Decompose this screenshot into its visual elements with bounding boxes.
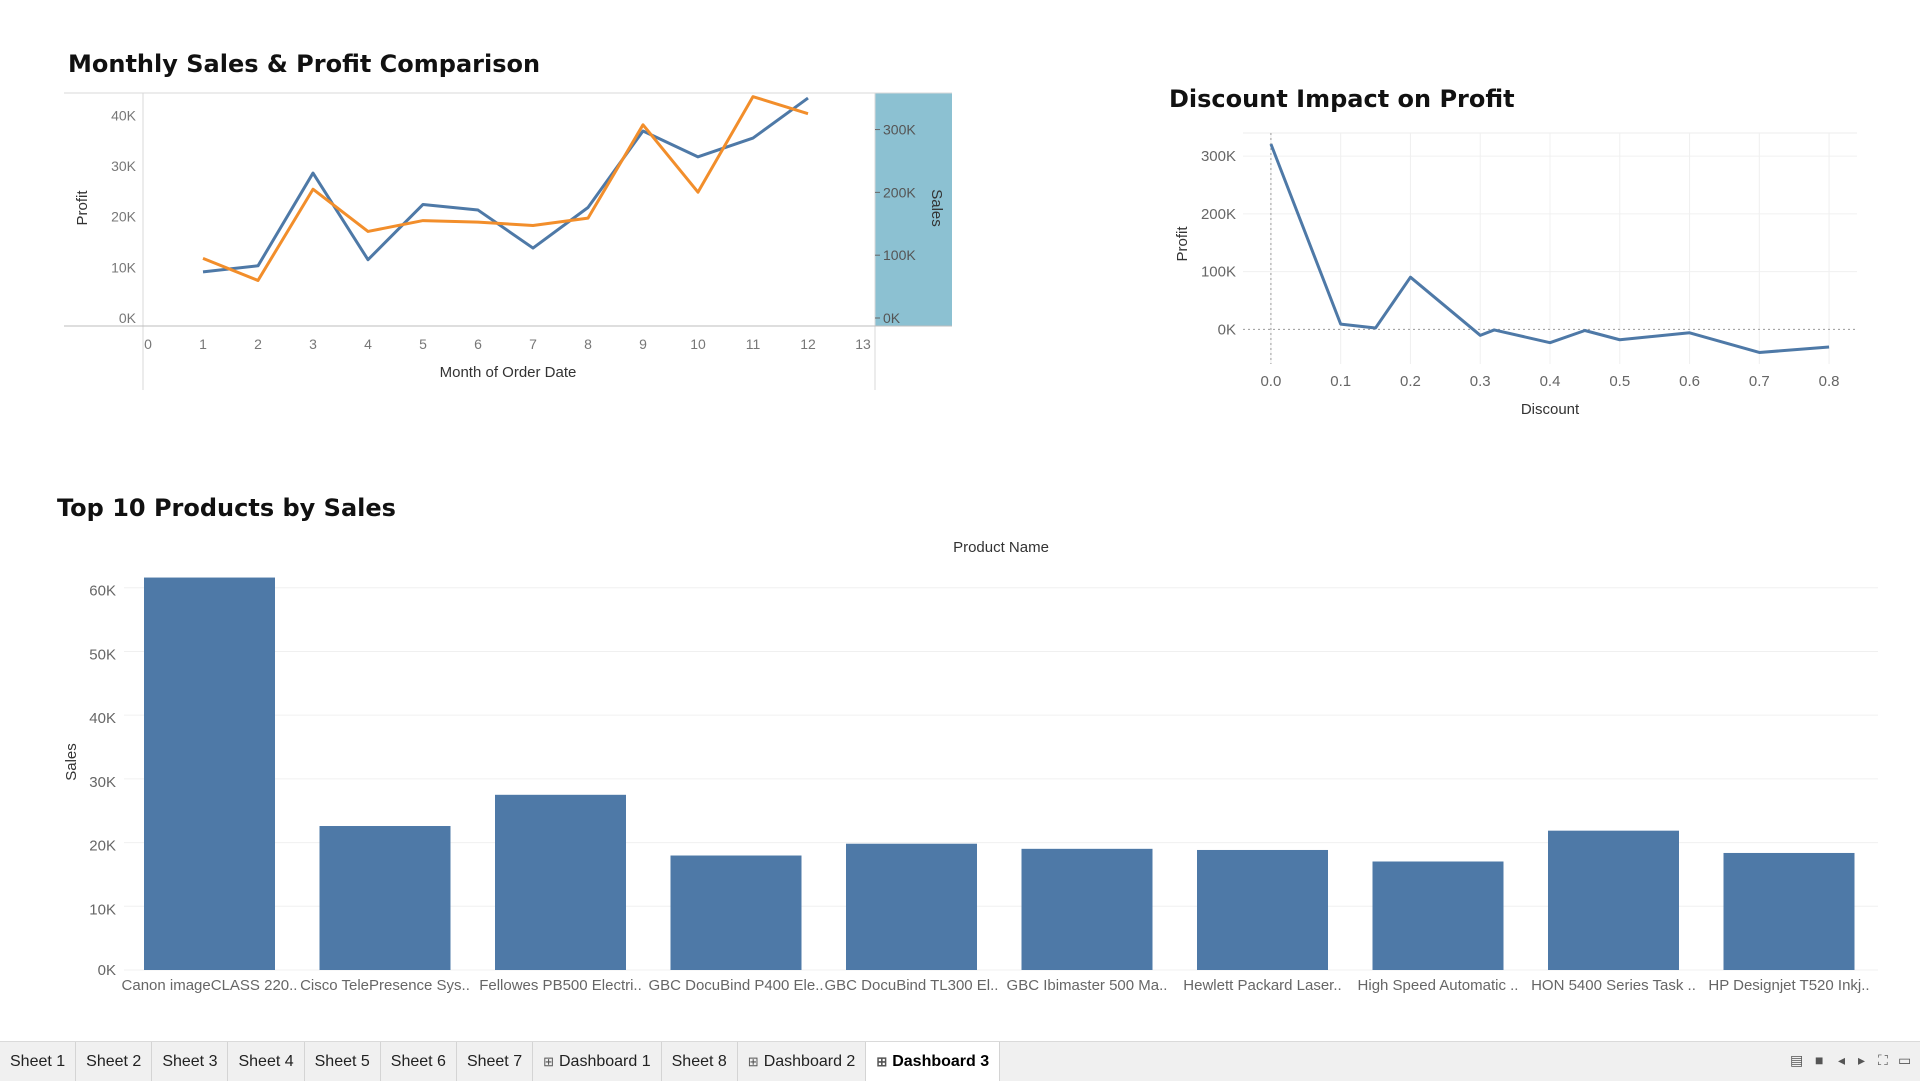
bar — [1723, 852, 1855, 970]
sales-tick-label: 40K — [89, 710, 116, 727]
bar — [846, 843, 977, 970]
scroll-left-icon[interactable]: ◂ — [1838, 1052, 1845, 1069]
tab-sheet-1[interactable]: Sheet 1 — [0, 1042, 77, 1081]
product-label: Hewlett Packard Laser.. — [1183, 977, 1341, 994]
sales-tick-label: 60K — [89, 583, 116, 600]
sales-tick-label: 10K — [89, 901, 116, 918]
tab-label: Sheet 7 — [466, 1052, 523, 1070]
tab-sheet-5[interactable]: Sheet 5 — [305, 1042, 381, 1081]
tab-sheet-8[interactable]: Sheet 8 — [662, 1042, 738, 1081]
sales-tick-label: 30K — [89, 774, 116, 791]
top10-products-bar-chart: Product Name 0K 10K 20K 30K 40K 50K 60K Sales Can… — [63, 539, 1878, 994]
tab-sheet-6[interactable]: Sheet 6 — [381, 1042, 457, 1081]
sales-tick-label: 0K — [98, 962, 116, 979]
bar — [670, 855, 802, 970]
product-label: Fellowes PB500 Electri.. — [479, 977, 642, 994]
bar — [1021, 848, 1153, 970]
product-label: Cisco TelePresence Sys.. — [300, 977, 470, 994]
scroll-right-icon[interactable]: ▸ — [1858, 1052, 1865, 1069]
bar — [144, 577, 275, 970]
tab-sheet-3[interactable]: Sheet 3 — [152, 1042, 229, 1081]
tab-label: Sheet 2 — [86, 1052, 142, 1070]
bar — [1372, 861, 1504, 970]
tab-label: Dashboard 2 — [763, 1052, 856, 1070]
product-label: HON 5400 Series Task .. — [1531, 977, 1696, 994]
product-label: Canon imageCLASS 220.. — [122, 977, 298, 994]
sheet-tab-bar: Sheet 1 Sheet 2 Sheet 3 Sheet 4 Sheet 5 Sheet… — [0, 1041, 1920, 1081]
dashboard-icon: ⊞ — [747, 1053, 759, 1069]
tab-label: Dashboard 1 — [559, 1052, 651, 1070]
fit-screen-icon[interactable]: ⛶ — [1878, 1052, 1888, 1069]
product-label: HP Designjet T520 Inkj.. — [1708, 977, 1869, 994]
product-label: High Speed Automatic .. — [1358, 977, 1519, 994]
tab-sheet-7[interactable]: Sheet 7 — [457, 1042, 534, 1081]
tab-label: Sheet 4 — [238, 1052, 294, 1070]
tab-label: Sheet 5 — [314, 1052, 370, 1070]
tab-dashboard-1[interactable]: ⊞ Dashboard 1 — [533, 1042, 662, 1081]
sales-tick-label: 50K — [89, 646, 116, 663]
grid-view-icon[interactable]: ▤ — [1790, 1052, 1803, 1069]
bar — [495, 794, 626, 970]
film-strip-icon[interactable]: ■ — [1815, 1052, 1823, 1068]
tab-dashboard-3[interactable]: ⊞ Dashboard 3 — [866, 1042, 1001, 1081]
dashboard-icon: ⊞ — [876, 1053, 888, 1069]
column-header: Product Name — [953, 539, 1049, 556]
y-axis-title: Sales — [63, 743, 80, 781]
dashboard-icon: ⊞ — [543, 1053, 554, 1069]
sales-tick-label: 20K — [89, 838, 116, 855]
bar — [1197, 849, 1328, 970]
tab-label: Sheet 1 — [10, 1052, 66, 1070]
tab-sheet-2[interactable]: Sheet 2 — [76, 1042, 153, 1081]
tab-label: Sheet 3 — [162, 1052, 218, 1070]
tab-label: Sheet 6 — [390, 1052, 446, 1070]
bar — [1548, 830, 1679, 970]
product-label: GBC DocuBind TL300 El.. — [825, 977, 999, 994]
tab-dashboard-2[interactable]: ⊞ Dashboard 2 — [738, 1042, 867, 1081]
product-label: GBC DocuBind P400 Ele.. — [648, 977, 823, 994]
product-label: GBC Ibimaster 500 Ma.. — [1007, 977, 1168, 994]
tab-label: Sheet 8 — [671, 1052, 727, 1070]
bar — [319, 826, 451, 970]
tab-sheet-4[interactable]: Sheet 4 — [228, 1042, 305, 1081]
tab-label: Dashboard 3 — [892, 1052, 990, 1070]
present-icon[interactable]: ▭ — [1898, 1052, 1911, 1069]
